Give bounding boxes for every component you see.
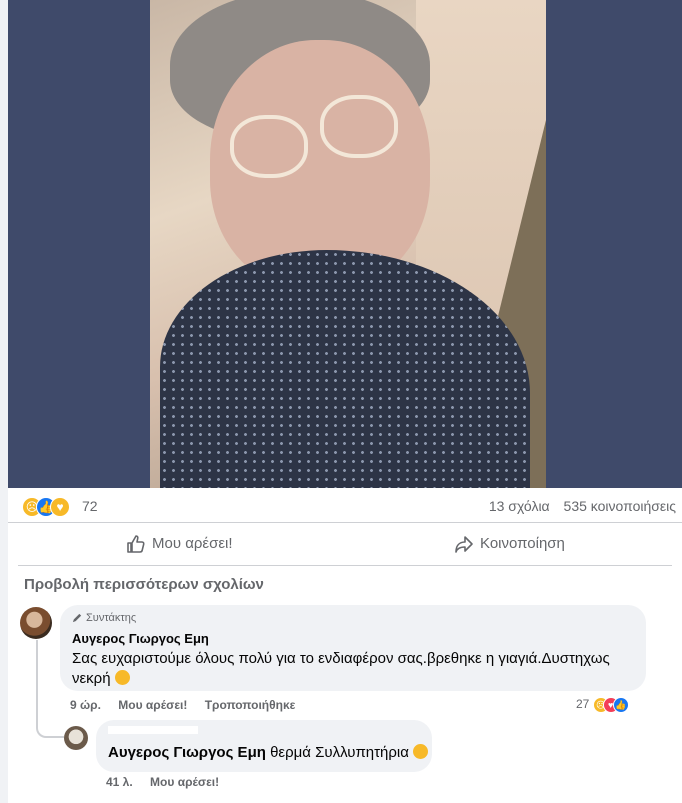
comment-author[interactable]: Αυγερος Γιωργος Εμη xyxy=(72,631,209,646)
post-photo[interactable] xyxy=(150,0,546,488)
pencil-icon xyxy=(72,613,82,623)
comment-text: Σας ευχαριστούμε όλους πολύ για το ενδια… xyxy=(72,649,642,689)
comment-edited-label[interactable]: Τροποποιήθηκε xyxy=(205,698,296,712)
author-badge: Συντάκτης xyxy=(72,612,136,624)
comment-meta: 9 ώρ. Μου αρέσει! Τροποποιήθηκε xyxy=(70,698,295,712)
post-stats: 13 σχόλια 535 κοινοποιήσεις xyxy=(479,498,676,514)
like-button[interactable]: Μου αρέσει! xyxy=(126,523,233,565)
share-label: Κοινοποίηση xyxy=(480,535,565,552)
share-arrow-icon xyxy=(455,536,473,553)
comment-reactions[interactable]: 27 ☹ ♥ 👍 xyxy=(576,697,629,713)
reactions-bar: ☹👍 ♥ 72 13 σχόλια 535 κοινοποιήσεις xyxy=(8,488,682,523)
comment-time[interactable]: 9 ώρ. xyxy=(70,698,101,712)
reactions-count[interactable]: 72 xyxy=(82,498,98,514)
reply-meta: 41 λ. Μου αρέσει! xyxy=(106,775,233,789)
comment-reaction-count: 27 xyxy=(576,697,590,711)
reply-like-button[interactable]: Μου αρέσει! xyxy=(150,775,219,789)
comment-bubble: Συντάκτης Αυγερος Γιωργος Εμη Σας ευχαρι… xyxy=(60,605,646,691)
reply-time[interactable]: 41 λ. xyxy=(106,775,133,789)
comment-like-button[interactable]: Μου αρέσει! xyxy=(118,698,187,712)
thumbs-up-icon xyxy=(127,535,145,553)
author-badge-label: Συντάκτης xyxy=(86,612,137,624)
reply-text-body: θερμά Συλλυπητήρια xyxy=(270,744,409,761)
share-button[interactable]: Κοινοποίηση xyxy=(454,523,565,565)
post-photo-frame[interactable] xyxy=(8,0,682,488)
reaction-icons[interactable]: ☹👍 ♥ xyxy=(22,497,70,517)
reply-bubble: Αυγερος Γιωργος Εμη θερμά Συλλυπητήρια xyxy=(96,720,432,772)
reply-mention[interactable]: Αυγερος Γιωργος Εμη xyxy=(108,744,266,761)
sad-emoji-icon xyxy=(114,670,130,685)
shares-count[interactable]: 535 κοινοποιήσεις xyxy=(564,498,676,514)
reply-avatar[interactable] xyxy=(64,726,88,750)
crying-emoji-icon xyxy=(413,744,429,759)
reply-author-redacted xyxy=(108,726,198,734)
comment-like-icon: 👍 xyxy=(612,697,629,713)
post-card: ☹👍 ♥ 72 13 σχόλια 535 κοινοποιήσεις Μου α… xyxy=(8,0,682,803)
comments-count[interactable]: 13 σχόλια xyxy=(489,498,550,514)
comment-text-body: Σας ευχαριστούμε όλους πολύ για το ενδια… xyxy=(72,650,610,687)
post-actions: Μου αρέσει! Κοινοποίηση xyxy=(18,523,672,566)
care-icon: ♥ xyxy=(50,497,70,517)
like-label: Μου αρέσει! xyxy=(152,535,233,552)
view-more-comments-link[interactable]: Προβολή περισσότερων σχολίων xyxy=(24,576,264,593)
reply-text: Αυγερος Γιωργος Εμη θερμά Συλλυπητήρια xyxy=(108,744,429,761)
commenter-avatar[interactable] xyxy=(20,607,52,639)
